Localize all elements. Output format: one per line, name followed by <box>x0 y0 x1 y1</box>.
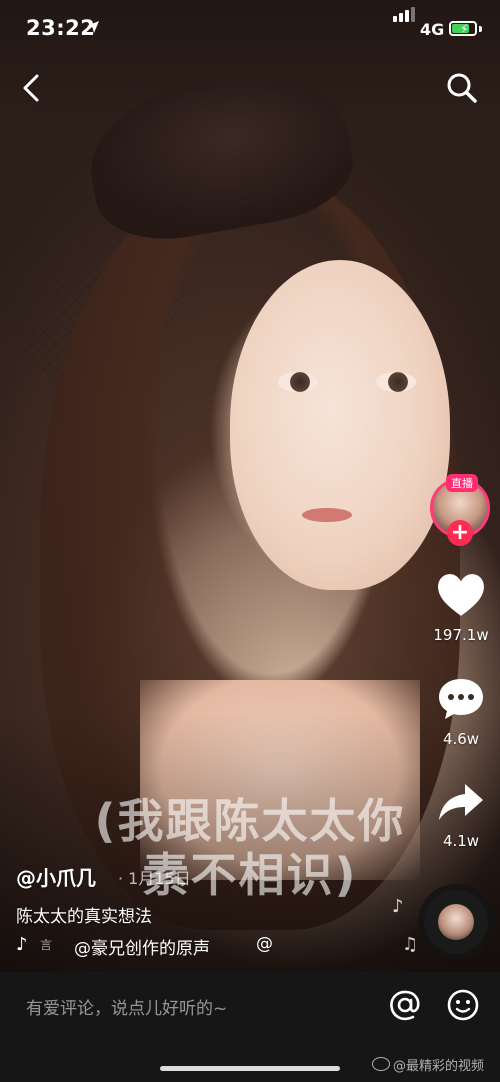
music-partial-text: 言 <box>40 938 53 952</box>
heart-icon <box>438 574 484 616</box>
subtitle-line-1: (我跟陈太太你 <box>94 794 406 848</box>
at-sign-icon <box>390 990 420 1021</box>
weibo-watermark: @最精彩的视频 <box>372 1055 484 1074</box>
comment-bubble-icon <box>439 679 483 719</box>
weibo-logo-icon <box>372 1057 390 1071</box>
douyin-logo-icon: ♪ <box>16 934 28 955</box>
comment-button[interactable]: 4.6w <box>426 676 496 748</box>
lips <box>302 508 352 522</box>
music-cover <box>438 904 474 940</box>
live-badge: 直播 <box>446 474 478 492</box>
author-name[interactable]: @小爪几 <box>16 862 96 891</box>
smiley-face-icon <box>447 989 479 1021</box>
music-note-icon: ♫ <box>402 934 419 955</box>
comment-bar: 有爱评论，说点儿好听的~ @最精彩的视频 <box>0 972 500 1082</box>
music-note-icon: ♪ <box>392 896 404 917</box>
like-button[interactable]: 197.1w <box>426 572 496 644</box>
emoji-button[interactable] <box>446 988 480 1022</box>
battery-cap <box>479 26 482 32</box>
music-title[interactable]: @豪兄创作的原声 <box>74 934 210 959</box>
follow-button[interactable]: + <box>447 520 473 546</box>
right-eye <box>376 372 416 392</box>
watermark-text: @最精彩的视频 <box>393 1059 485 1074</box>
back-button[interactable] <box>14 70 50 106</box>
charging-bolt-icon: ⚡ <box>460 22 469 36</box>
status-time: 23:22 <box>26 16 96 40</box>
chevron-left-icon <box>23 74 39 102</box>
face <box>230 260 450 590</box>
music-disc[interactable] <box>424 890 488 954</box>
video-description[interactable]: 陈太太的真实想法 <box>16 902 152 927</box>
location-arrow-icon <box>87 21 99 33</box>
comment-count: 4.6w <box>442 730 480 748</box>
music-at-text: @ <box>256 934 273 954</box>
network-type: 4G <box>420 20 445 39</box>
post-date: · 1月15日 <box>118 869 191 888</box>
status-bar: 23:22 4G ⚡ <box>0 0 500 60</box>
like-count: 197.1w <box>433 626 489 644</box>
home-indicator[interactable] <box>160 1066 340 1071</box>
battery-icon: ⚡ <box>449 21 477 36</box>
search-button[interactable] <box>444 70 480 106</box>
left-eye <box>278 372 318 392</box>
mention-button[interactable] <box>388 988 422 1022</box>
comment-input[interactable]: 有爱评论，说点儿好听的~ <box>26 994 227 1019</box>
search-icon <box>447 73 477 103</box>
